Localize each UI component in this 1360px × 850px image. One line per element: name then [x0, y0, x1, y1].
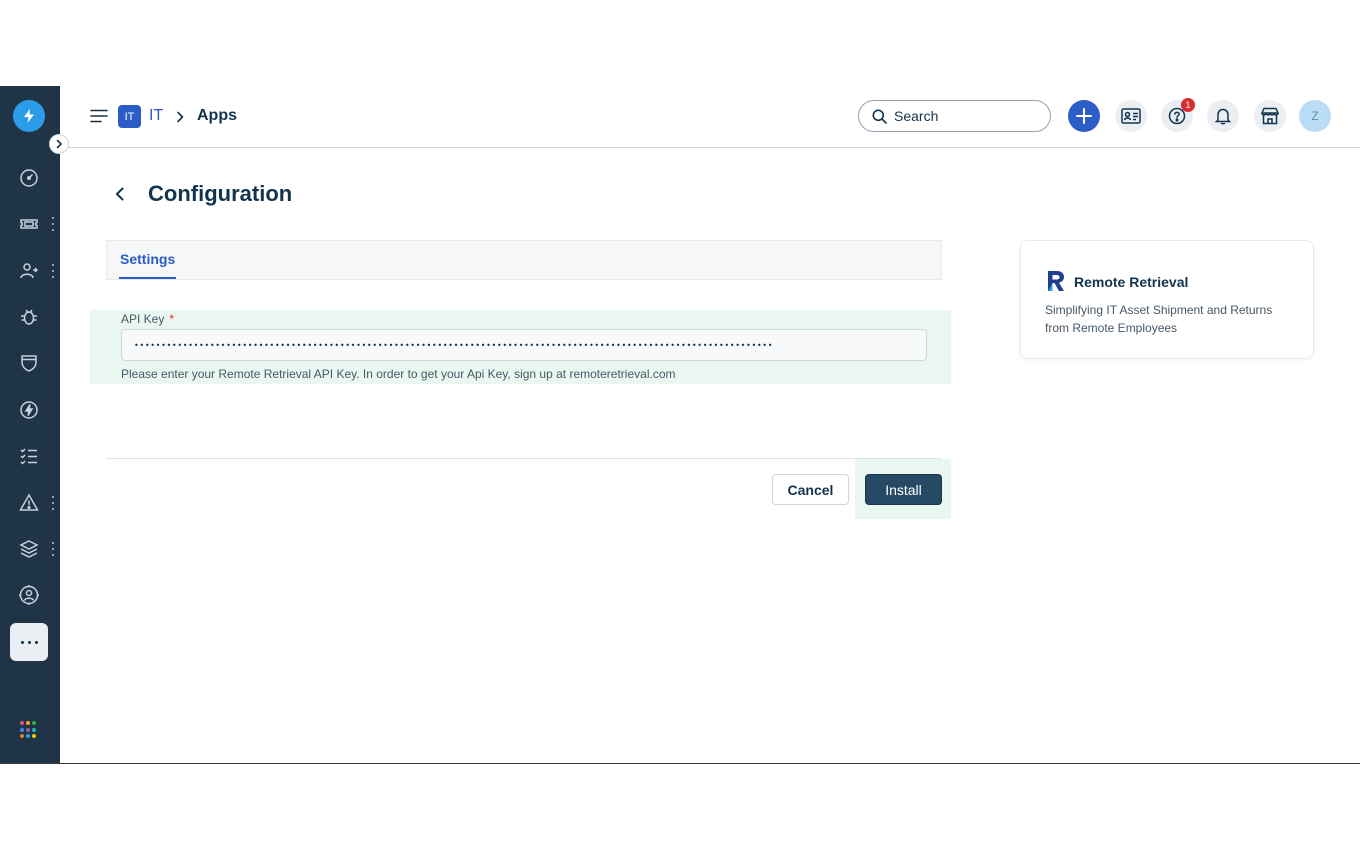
support-icon[interactable]	[18, 584, 40, 606]
tickets-menu-icon[interactable]	[51, 217, 55, 231]
expand-sidebar-button[interactable]	[49, 134, 69, 154]
tickets-icon[interactable]	[18, 213, 40, 235]
app-description: Simplifying IT Asset Shipment and Return…	[1045, 303, 1273, 335]
remote-retrieval-logo-icon	[1046, 270, 1066, 292]
add-new-button[interactable]	[1068, 100, 1100, 132]
store-icon	[1260, 107, 1280, 125]
contact-card-button[interactable]	[1115, 100, 1147, 132]
chevron-right-icon	[174, 110, 186, 123]
user-avatar[interactable]: Z	[1299, 100, 1331, 132]
apps-grid-icon[interactable]	[20, 721, 38, 739]
notifications-button[interactable]	[1207, 100, 1239, 132]
app-name: Remote Retrieval	[1074, 274, 1189, 290]
chevron-left-icon	[116, 187, 124, 201]
contact-card-icon	[1121, 108, 1141, 124]
help-count-badge: 1	[1181, 98, 1195, 112]
app-info-card: Remote Retrieval Simplifying IT Asset Sh…	[1020, 240, 1314, 359]
tab-settings[interactable]: Settings	[119, 241, 177, 279]
workspace-link[interactable]: IT	[149, 107, 163, 125]
api-key-hint: Please enter your Remote Retrieval API K…	[121, 367, 676, 381]
sidebar	[0, 86, 69, 763]
hamburger-menu-icon[interactable]	[90, 108, 108, 124]
marketplace-button[interactable]	[1254, 100, 1286, 132]
app-window: IT IT Apps Search 1 Z Configuration Sett…	[0, 86, 1360, 764]
checklist-icon[interactable]	[18, 445, 40, 467]
more-icon[interactable]	[10, 623, 48, 661]
tabs-bar: Settings	[106, 240, 942, 280]
footer-divider	[106, 458, 942, 459]
bolt-icon[interactable]	[18, 399, 40, 421]
bug-icon[interactable]	[18, 306, 40, 328]
workspace-badge[interactable]: IT	[118, 105, 141, 128]
page-title: Configuration	[148, 181, 293, 206]
cancel-button[interactable]: Cancel	[772, 474, 849, 505]
back-button[interactable]	[112, 186, 128, 202]
install-button[interactable]: Install	[865, 474, 942, 505]
contacts-icon[interactable]	[18, 260, 40, 282]
freshservice-logo-icon[interactable]	[13, 100, 45, 132]
contacts-menu-icon[interactable]	[51, 264, 55, 278]
global-search[interactable]: Search	[858, 100, 1051, 132]
alert-icon[interactable]	[18, 492, 40, 514]
plus-icon	[1076, 108, 1092, 124]
bell-icon	[1214, 108, 1232, 125]
api-key-input[interactable]	[121, 329, 927, 361]
alert-menu-icon[interactable]	[51, 496, 55, 510]
layers-menu-icon[interactable]	[51, 542, 55, 556]
search-placeholder: Search	[894, 108, 939, 124]
layers-icon[interactable]	[18, 538, 40, 560]
search-icon	[872, 109, 887, 124]
top-header: IT IT Apps Search 1 Z	[60, 86, 1360, 148]
required-marker: *	[169, 312, 175, 326]
api-key-label: API Key *	[121, 312, 175, 326]
api-key-field-group: API Key* Please enter your Remote Retrie…	[90, 310, 951, 384]
breadcrumb-current: Apps	[197, 107, 237, 124]
shield-icon[interactable]	[18, 352, 40, 374]
dashboard-icon[interactable]	[18, 167, 40, 189]
